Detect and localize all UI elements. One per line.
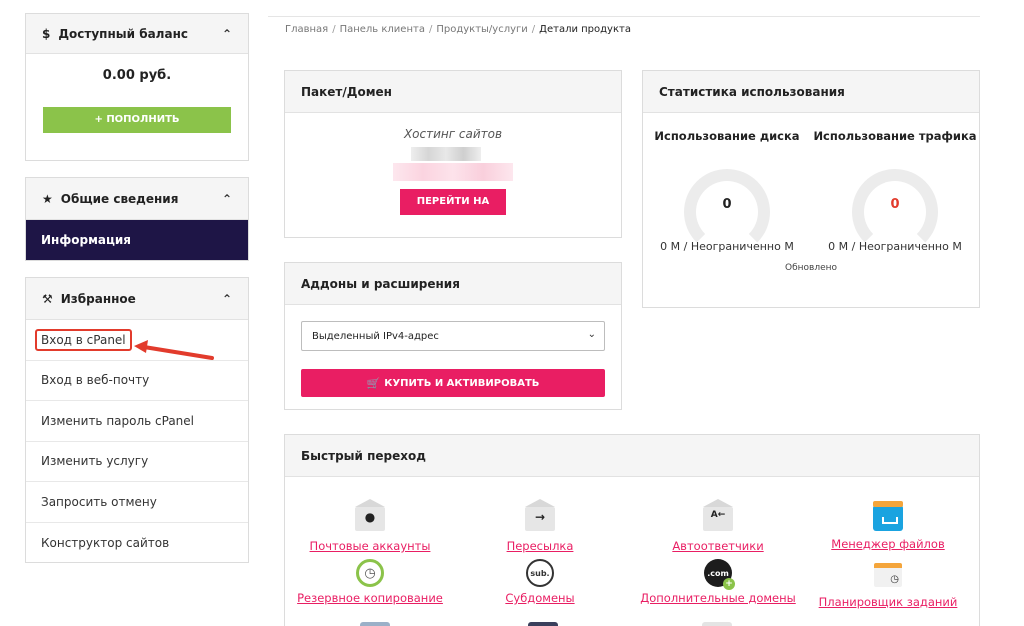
breadcrumb-products[interactable]: Продукты/услуги — [436, 24, 527, 35]
stats-updated: Обновлено — [784, 263, 837, 273]
quick-link-label[interactable]: Менеджер файлов — [803, 537, 973, 551]
balance-title: Доступный баланс — [58, 26, 188, 41]
cart-icon: 🛒 — [366, 376, 381, 390]
quick-item-autoresponders[interactable]: A← Автоответчики — [633, 499, 803, 553]
addon-domains-icon: .com + — [703, 559, 735, 590]
stats-title: Статистика использования — [643, 71, 979, 113]
breadcrumb-home[interactable]: Главная — [285, 24, 328, 35]
balance-amount: 0.00 руб. — [102, 68, 172, 83]
breadcrumb: Главная / Панель клиента / Продукты/услуги / Д… — [285, 24, 631, 35]
chevron-up-icon[interactable]: ⌃ — [222, 27, 232, 41]
traffic-usage-gauge: 0 — [852, 169, 938, 255]
chevron-down-icon: ⌄ — [587, 329, 596, 340]
disk-usage-column: Использование диска 0 0 М / Неограниченн… — [643, 113, 811, 255]
subdomains-icon: sub. — [525, 559, 555, 589]
topup-button[interactable]: + ПОПОЛНИТЬ — [43, 107, 231, 133]
disk-usage-title: Использование диска — [654, 129, 800, 143]
addon-select-value: Выделенный IPv4-адрес — [312, 330, 439, 342]
traffic-usage-column: Использование трафика 0 0 М / Неограниче… — [811, 113, 979, 255]
disk-usage-value: 0 — [722, 197, 732, 212]
balance-panel: $ Доступный баланс ⌃ 0.00 руб. + ПОПОЛНИ… — [25, 13, 249, 161]
breadcrumb-client-area[interactable]: Панель клиента — [340, 24, 425, 35]
sidebar-item-change-cpanel-password[interactable]: Изменить пароль cPanel — [26, 401, 248, 442]
partial-icon — [528, 622, 558, 626]
sidebar-item-webmail-login[interactable]: Вход в веб-почту — [26, 361, 248, 401]
star-icon: ★ — [42, 191, 53, 206]
visit-site-button[interactable]: ПЕРЕЙТИ НА САЙТ — [400, 189, 506, 233]
quick-item-backup[interactable]: ◷ Резервное копирование — [285, 559, 455, 605]
traffic-usage-value: 0 — [890, 197, 900, 212]
package-title: Пакет/Домен — [285, 71, 621, 113]
cron-jobs-icon: ◷ — [873, 563, 903, 593]
package-name: Хостинг сайтов — [403, 127, 503, 141]
partial-icon — [360, 622, 390, 626]
dollar-icon: $ — [42, 26, 51, 41]
addons-panel: Аддоны и расширения Выделенный IPv4-адре… — [284, 262, 622, 410]
forwarders-icon: → — [525, 499, 555, 537]
chevron-up-icon[interactable]: ⌃ — [222, 192, 232, 206]
wrench-icon: ⚒ — [42, 291, 53, 306]
quick-link-label[interactable]: Резервное копирование — [285, 591, 455, 605]
quick-item-cron-jobs[interactable]: ◷ Планировщик заданий — [803, 559, 973, 609]
annotation-arrow — [134, 340, 214, 360]
traffic-usage-title: Использование трафика — [813, 129, 977, 143]
quick-item-file-manager[interactable]: Менеджер файлов — [803, 501, 973, 551]
general-panel: ★ Общие сведения ⌃ Информация — [25, 177, 249, 261]
autoresponders-icon: A← — [703, 499, 733, 537]
chevron-up-icon[interactable]: ⌃ — [222, 292, 232, 306]
sidebar-item-change-service[interactable]: Изменить услугу — [26, 442, 248, 482]
addons-title: Аддоны и расширения — [285, 263, 621, 305]
addon-select[interactable]: Выделенный IPv4-адрес ⌄ — [301, 321, 605, 351]
quick-link-label[interactable]: Планировщик заданий — [803, 595, 973, 609]
usage-stats-panel: Статистика использования Использование д… — [642, 70, 980, 308]
buy-activate-button[interactable]: 🛒 КУПИТЬ И АКТИВИРОВАТЬ — [301, 369, 605, 397]
backup-icon: ◷ — [355, 559, 385, 589]
cpanel-login-link[interactable]: Вход в cPanel — [35, 328, 132, 351]
favorites-panel-header[interactable]: ⚒ Избранное ⌃ — [26, 278, 248, 320]
quick-link-label[interactable]: Субдомены — [455, 591, 625, 605]
quick-item-addon-domains[interactable]: .com + Дополнительные домены — [633, 559, 803, 605]
quick-link-label[interactable]: Пересылка — [455, 539, 625, 553]
general-panel-header[interactable]: ★ Общие сведения ⌃ — [26, 178, 248, 220]
file-manager-icon — [873, 501, 903, 535]
sidebar-item-request-cancel[interactable]: Запросить отмену — [26, 482, 248, 523]
breadcrumb-current: Детали продукта — [539, 24, 631, 35]
package-panel: Пакет/Домен Хостинг сайтов ПЕРЕЙТИ НА СА… — [284, 70, 622, 238]
quick-link-label[interactable]: Почтовые аккаунты — [285, 539, 455, 553]
quick-jump-title: Быстрый переход — [285, 435, 979, 477]
email-accounts-icon: ● — [355, 499, 385, 537]
balance-panel-header[interactable]: $ Доступный баланс ⌃ — [26, 14, 248, 54]
buy-activate-label: КУПИТЬ И АКТИВИРОВАТЬ — [384, 377, 540, 389]
disk-usage-gauge: 0 — [684, 169, 770, 255]
quick-jump-panel: Быстрый переход ● Почтовые аккаунты → Пе… — [284, 434, 980, 626]
quick-link-label[interactable]: Автоответчики — [633, 539, 803, 553]
quick-item-forwarders[interactable]: → Пересылка — [455, 499, 625, 553]
sidebar-item-information[interactable]: Информация — [26, 220, 248, 260]
sidebar-item-site-builder[interactable]: Конструктор сайтов — [26, 523, 248, 564]
quick-item-subdomains[interactable]: sub. Субдомены — [455, 559, 625, 605]
quick-link-label[interactable]: Дополнительные домены — [633, 591, 803, 605]
favorites-panel: ⚒ Избранное ⌃ Вход в cPanel Вход в веб-п… — [25, 277, 249, 563]
general-title: Общие сведения — [60, 191, 179, 206]
top-divider — [268, 16, 980, 17]
quick-item-email-accounts[interactable]: ● Почтовые аккаунты — [285, 499, 455, 553]
favorites-title: Избранное — [60, 291, 136, 306]
blurred-domain — [393, 147, 513, 185]
partial-icon — [702, 622, 732, 626]
